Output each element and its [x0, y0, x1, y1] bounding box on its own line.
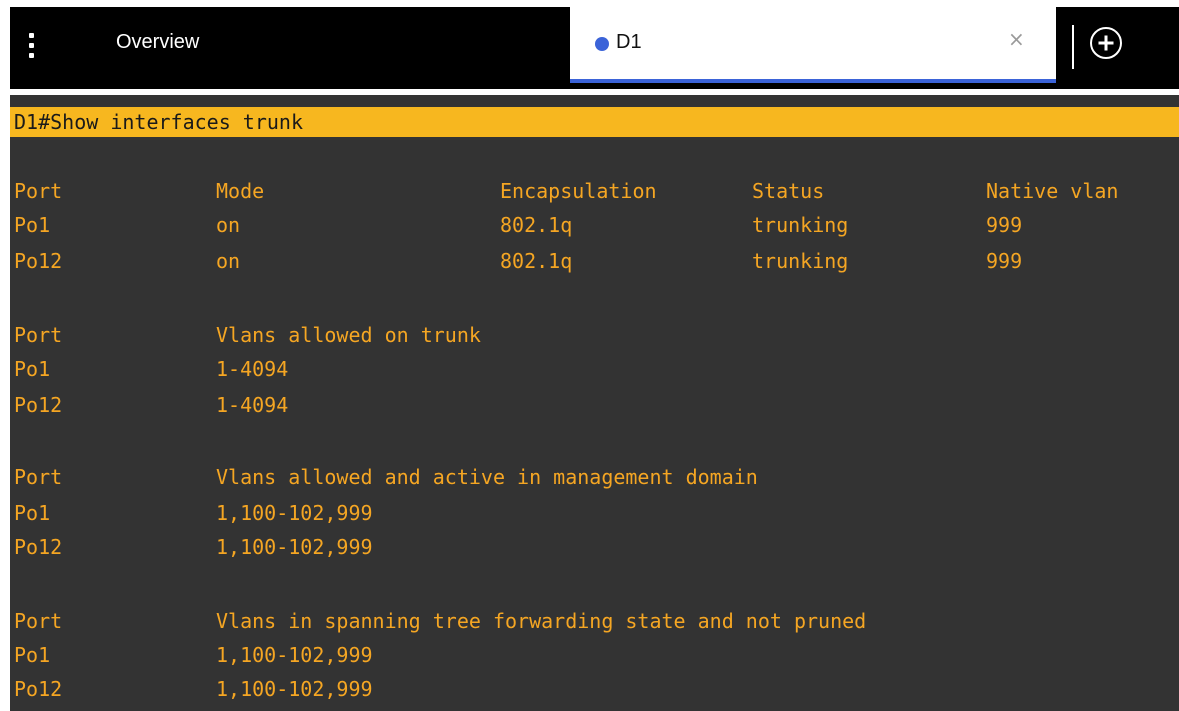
table-row: Po1 1,100-102,999 — [10, 641, 373, 669]
port-cell: Po1 — [14, 501, 51, 525]
vlans-cell: 1,100-102,999 — [216, 535, 373, 559]
active-tab-indicator — [570, 79, 1056, 83]
header-vlans-allowed: Vlans allowed on trunk — [216, 323, 481, 347]
port-cell: Po1 — [14, 357, 51, 381]
port-cell: Po12 — [14, 535, 63, 559]
port-cell: Po12 — [14, 393, 63, 417]
header-port: Port — [14, 179, 63, 203]
command-line-highlight: D1#Show interfaces trunk — [10, 107, 1179, 137]
header-vlans-forwarding: Vlans in spanning tree forwarding state … — [216, 609, 867, 633]
port-cell: Po12 — [14, 677, 63, 701]
add-tab-icon[interactable] — [1090, 27, 1122, 59]
connection-status-dot-icon — [595, 37, 609, 51]
port-cell: Po1 — [14, 213, 51, 237]
status-cell: trunking — [752, 249, 849, 273]
menu-dot — [28, 42, 34, 48]
table-row: Po12 1-4094 — [10, 391, 288, 419]
port-cell: Po12 — [14, 249, 63, 273]
table-row: Po1 1,100-102,999 — [10, 499, 373, 527]
tab-d1-label: D1 — [616, 31, 642, 53]
menu-dot — [28, 32, 34, 38]
header-port: Port — [14, 609, 63, 633]
tab-overview[interactable]: Overview — [52, 7, 572, 83]
tab-overview-label: Overview — [116, 31, 200, 53]
table-row: Po12 on 802.1q trunking 999 — [10, 247, 1022, 275]
table-header-row: Port Vlans allowed and active in managem… — [10, 463, 758, 491]
tab-divider — [1072, 25, 1074, 69]
terminal-output[interactable]: D1#Show interfaces trunk Port Mode Encap… — [10, 95, 1179, 711]
table-row: Po1 on 802.1q trunking 999 — [10, 211, 1022, 239]
vlans-cell: 1,100-102,999 — [216, 501, 373, 525]
vlans-cell: 1-4094 — [216, 393, 289, 417]
table-header-row: Port Vlans allowed on trunk — [10, 321, 481, 349]
header-mode: Mode — [216, 179, 265, 203]
header-port: Port — [14, 465, 63, 489]
native-vlan-cell: 999 — [986, 213, 1023, 237]
vlans-cell: 1,100-102,999 — [216, 677, 373, 701]
table-row: Po12 1,100-102,999 — [10, 675, 373, 703]
status-cell: trunking — [752, 213, 849, 237]
header-port: Port — [14, 323, 63, 347]
table-header-row: Port Mode Encapsulation Status Native vl… — [10, 177, 1118, 205]
close-tab-icon[interactable]: × — [1008, 29, 1025, 49]
more-options-icon[interactable] — [10, 7, 52, 83]
native-vlan-cell: 999 — [986, 249, 1023, 273]
tab-bar: Overview D1 × — [10, 7, 1179, 89]
tab-d1[interactable]: D1 × — [570, 7, 1056, 83]
encapsulation-cell: 802.1q — [500, 249, 573, 273]
command-text: D1#Show interfaces trunk — [14, 110, 303, 134]
header-encapsulation: Encapsulation — [500, 179, 657, 203]
header-native-vlan: Native vlan — [986, 179, 1119, 203]
header-vlans-active: Vlans allowed and active in management d… — [216, 465, 758, 489]
vlans-cell: 1,100-102,999 — [216, 643, 373, 667]
header-status: Status — [752, 179, 825, 203]
mode-cell: on — [216, 213, 241, 237]
port-cell: Po1 — [14, 643, 51, 667]
encapsulation-cell: 802.1q — [500, 213, 573, 237]
vlans-cell: 1-4094 — [216, 357, 289, 381]
table-row: Po1 1-4094 — [10, 355, 288, 383]
menu-dot — [28, 52, 34, 58]
mode-cell: on — [216, 249, 241, 273]
table-header-row: Port Vlans in spanning tree forwarding s… — [10, 607, 866, 635]
table-row: Po12 1,100-102,999 — [10, 533, 373, 561]
app-window: Overview D1 × D1#Show interfaces trunk P… — [0, 0, 1179, 711]
